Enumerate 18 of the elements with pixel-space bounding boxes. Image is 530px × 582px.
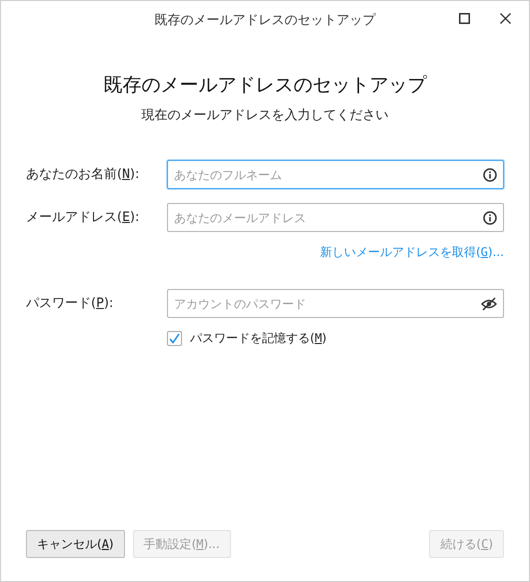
checkbox[interactable] [167, 330, 182, 346]
maximize-icon[interactable] [459, 13, 470, 24]
dialog-heading: 既存のメールアドレスのセットアップ [102, 73, 428, 98]
input-field[interactable]: アカウントのパスワード [167, 289, 504, 318]
close-icon[interactable] [500, 13, 511, 24]
new-address-link[interactable]: 新しいメールアドレスを取得(G)... [320, 243, 504, 261]
info-icon[interactable] [483, 168, 497, 182]
input-field[interactable]: あなたのメールアドレス [167, 203, 504, 232]
eye-slash-icon[interactable] [481, 296, 497, 310]
dialog-subtitle: 現在のメールアドレスを入力してください [140, 106, 390, 124]
button[interactable]: キャンセル(A) [26, 530, 125, 558]
field-label: あなたのお名前(N): [26, 166, 140, 184]
info-icon[interactable] [483, 210, 497, 224]
checkbox-label: パスワードを記憶する(M) [190, 330, 327, 347]
window-title: 既存のメールアドレスのセットアップ [154, 12, 376, 30]
input-field[interactable]: あなたのフルネーム [167, 160, 504, 189]
field-label: メールアドレス(E): [26, 208, 140, 227]
field-label: パスワード(P): [26, 294, 114, 313]
